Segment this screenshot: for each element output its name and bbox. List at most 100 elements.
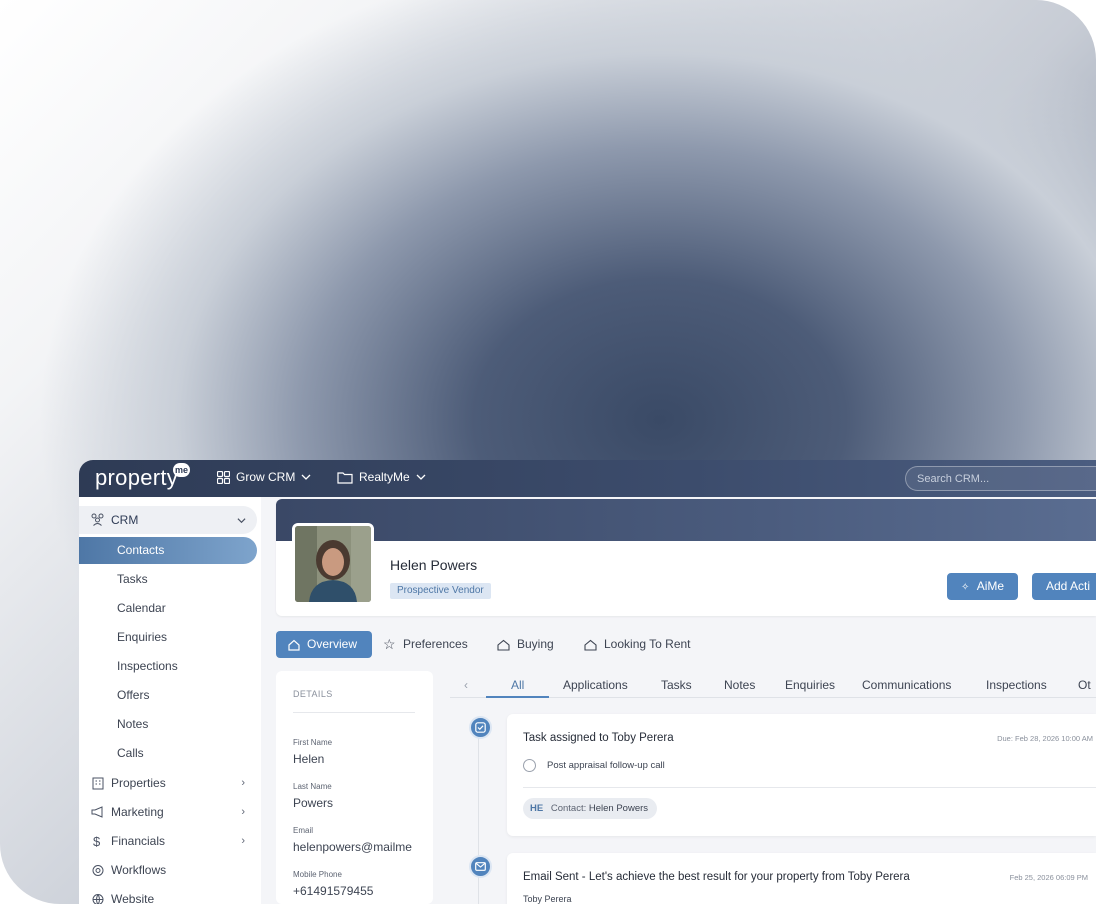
sidebar-item-workflows[interactable]: Workflows [79, 857, 257, 884]
contact-header-card: Helen Powers Prospective Vendor ✧ AiMe A… [276, 499, 1096, 616]
chevron-down-icon [237, 518, 246, 524]
email-icon [469, 855, 492, 878]
contact-chip[interactable]: HE Contact: Helen Powers [523, 798, 658, 819]
chip-prefix: Contact: [550, 803, 587, 814]
sidebar-item-label: Calendar [117, 601, 166, 615]
status-badge: Prospective Vendor [390, 583, 491, 599]
chevron-right-icon: › [241, 835, 245, 847]
field-value-mobile-phone[interactable]: +61491579455 [293, 884, 373, 898]
contact-name: Helen Powers [390, 557, 478, 573]
apps-grid-icon [217, 470, 230, 484]
activity-tab-applications[interactable]: Applications [563, 678, 628, 692]
sidebar-item-calls[interactable]: Calls [79, 740, 257, 767]
chevron-left-icon[interactable]: ‹ [464, 678, 468, 692]
chevron-right-icon: › [241, 777, 245, 789]
sidebar-item-website[interactable]: Website [79, 886, 257, 904]
field-value-last-name: Powers [293, 796, 334, 810]
activity-tab-all[interactable]: All [511, 678, 524, 692]
sidebar-item-label: Properties [111, 776, 166, 790]
tab-preferences[interactable]: ☆ Preferences [383, 631, 479, 658]
tab-label: Preferences [403, 637, 468, 651]
field-label-last-name: Last Name [293, 782, 332, 791]
folder-icon [337, 471, 353, 484]
house-icon [584, 639, 597, 651]
sidebar: CRM Contacts Tasks Calendar Enquiries In… [79, 497, 261, 904]
crm-app-window: property me Grow CRM RealtyMe Search CRM… [79, 460, 1096, 904]
logo-text: property [95, 465, 179, 490]
propertyme-logo[interactable]: property [95, 465, 178, 491]
globe-icon [92, 894, 104, 904]
people-icon [91, 513, 104, 526]
add-activity-label: Add Acti [1046, 579, 1091, 593]
sidebar-item-label: Tasks [117, 572, 148, 586]
agency-menu[interactable]: RealtyMe [337, 470, 426, 484]
sidebar-item-label: Notes [117, 717, 149, 731]
activity-tab-other[interactable]: Ot [1078, 678, 1091, 692]
sidebar-item-offers[interactable]: Offers [79, 682, 257, 709]
sidebar-section-label: CRM [111, 513, 139, 527]
tab-looking-to-rent[interactable]: Looking To Rent [584, 631, 704, 658]
sidebar-item-notes[interactable]: Notes [79, 711, 257, 738]
divider [293, 712, 415, 713]
field-label-first-name: First Name [293, 738, 333, 747]
activity-tab-inspections[interactable]: Inspections [986, 678, 1047, 692]
activity-tab-tasks[interactable]: Tasks [661, 678, 692, 692]
sidebar-item-marketing[interactable]: Marketing › [79, 799, 257, 826]
field-value-email[interactable]: helenpowers@mailme [293, 840, 433, 854]
field-value-first-name: Helen [293, 752, 325, 766]
activity-tab-enquiries[interactable]: Enquiries [785, 678, 835, 692]
home-icon [288, 639, 300, 651]
avatar-photo [295, 526, 371, 602]
field-label-email: Email [293, 826, 314, 835]
task-title: Task assigned to Toby Perera [523, 732, 674, 744]
aime-button[interactable]: ✧ AiMe [947, 573, 1018, 600]
sidebar-item-label: Enquiries [117, 630, 168, 644]
grow-crm-menu[interactable]: Grow CRM [217, 470, 311, 484]
sidebar-item-financials[interactable]: $ Financials › [79, 828, 257, 855]
tab-overview[interactable]: Overview [276, 631, 372, 658]
add-activity-button[interactable]: Add Acti [1032, 573, 1096, 600]
task-complete-checkbox[interactable] [523, 759, 536, 772]
avatar[interactable] [292, 523, 374, 605]
chevron-down-icon [301, 474, 311, 480]
sidebar-item-label: Financials [111, 834, 166, 848]
activity-tab-notes[interactable]: Notes [724, 678, 755, 692]
task-due-date: Due: Feb 28, 2026 10:00 AM [997, 734, 1093, 743]
email-date: Feb 25, 2026 06:09 PM [1009, 873, 1088, 882]
divider [523, 787, 1096, 788]
task-item-text: Post appraisal follow-up call [547, 760, 665, 771]
tab-buying[interactable]: Buying [497, 631, 567, 658]
sidebar-item-tasks[interactable]: Tasks [79, 566, 257, 593]
email-sender: Toby Perera [523, 894, 572, 904]
details-panel: DETAILS First Name Helen Last Name Power… [276, 671, 433, 904]
house-icon [497, 639, 510, 651]
chevron-right-icon: › [241, 806, 245, 818]
email-activity-card[interactable]: Email Sent - Let's achieve the best resu… [507, 853, 1096, 904]
active-tab-indicator [486, 696, 549, 698]
sidebar-item-label: Calls [117, 746, 144, 760]
sidebar-item-properties[interactable]: Properties › [79, 770, 257, 797]
sidebar-item-label: Inspections [117, 659, 178, 673]
tab-label: Looking To Rent [604, 637, 691, 651]
sidebar-item-label: Workflows [111, 863, 167, 877]
task-check-icon [469, 716, 492, 739]
details-title: DETAILS [293, 689, 333, 699]
chip-contact-name: Helen Powers [588, 803, 649, 814]
activity-tab-communications[interactable]: Communications [862, 678, 951, 692]
search-input[interactable]: Search CRM... [905, 466, 1096, 491]
sidebar-item-label: Contacts [117, 543, 165, 557]
workflow-icon [92, 865, 104, 876]
sidebar-item-enquiries[interactable]: Enquiries [79, 624, 257, 651]
sidebar-item-label: Offers [117, 688, 150, 702]
grow-crm-label: Grow CRM [236, 470, 296, 484]
task-activity-card[interactable]: Task assigned to Toby Perera Due: Feb 28… [507, 714, 1096, 836]
header-banner [276, 499, 1096, 541]
field-label-mobile-phone: Mobile Phone [293, 870, 342, 879]
sidebar-item-calendar[interactable]: Calendar [79, 595, 257, 622]
sidebar-item-inspections[interactable]: Inspections [79, 653, 257, 680]
megaphone-icon [91, 806, 103, 818]
sparkle-icon: ✧ [960, 582, 970, 593]
sidebar-item-contacts[interactable]: Contacts [79, 537, 257, 564]
chip-initials: HE [530, 803, 544, 814]
sidebar-section-crm[interactable]: CRM [79, 506, 257, 534]
